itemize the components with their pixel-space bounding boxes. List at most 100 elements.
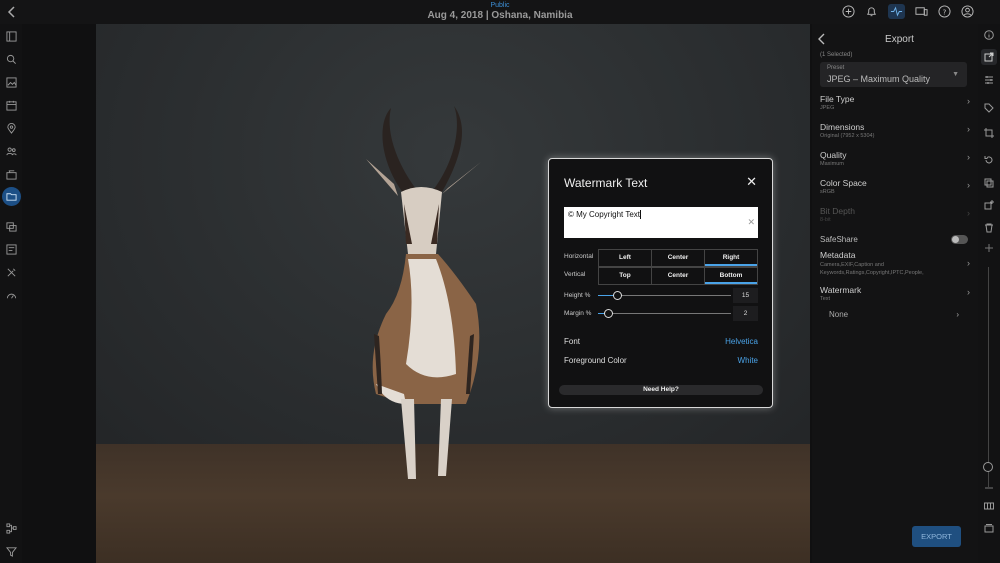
chevron-right-icon: › [967, 287, 970, 297]
vertical-row: Vertical Top Center Bottom [564, 267, 758, 285]
row-value: Maximum [820, 161, 844, 167]
horizontal-option-center[interactable]: Center [652, 250, 705, 266]
search-icon[interactable] [5, 53, 17, 65]
font-label: Font [564, 337, 581, 346]
devices-icon[interactable] [915, 5, 928, 18]
vertical-option-center[interactable]: Center [652, 268, 705, 284]
dashboard-icon[interactable] [5, 289, 17, 301]
export-button[interactable]: EXPORT [912, 526, 961, 547]
row-dimensions[interactable]: Dimensions Original (7952 x 5304) › [820, 122, 970, 139]
zoom-in-icon[interactable] [983, 242, 995, 254]
hierarchy-icon[interactable] [5, 522, 17, 534]
filmstrip-icon[interactable] [983, 500, 995, 512]
zoom-out-icon[interactable] [983, 482, 995, 494]
preset-label: Preset [827, 65, 845, 71]
people-icon[interactable] [5, 145, 17, 157]
row-label: Quality [820, 150, 847, 160]
export-share-icon[interactable] [981, 49, 997, 65]
row-color-space[interactable]: Color Space sRGB › [820, 178, 970, 195]
account-icon[interactable] [961, 5, 974, 18]
vertical-option-top[interactable]: Top [599, 268, 652, 284]
back-arrow-icon[interactable] [6, 4, 18, 20]
foreground-color-label: Foreground Color [564, 356, 627, 365]
watermark-text-input[interactable]: © My Copyright Text ✕ [564, 207, 758, 238]
calendar-icon[interactable] [5, 99, 17, 111]
foreground-color-value[interactable]: White [738, 356, 758, 365]
row-bit-depth: Bit Depth 8-bit › [820, 206, 970, 223]
stack-icon[interactable] [983, 522, 995, 534]
export-panel: Export (1 Selected) Preset JPEG – Maximu… [812, 24, 978, 563]
zoom-slider-track[interactable] [988, 267, 989, 487]
row-metadata[interactable]: Metadata Camera,EXIF,Caption and Keyword… [820, 250, 970, 277]
close-icon[interactable]: ✕ [746, 174, 757, 190]
font-row[interactable]: Font Helvetica [564, 337, 758, 346]
chevron-right-icon: › [967, 208, 970, 218]
preset-dropdown[interactable]: Preset JPEG – Maximum Quality ▼ [820, 62, 967, 87]
row-label: Metadata [820, 250, 856, 260]
chevron-right-icon: › [967, 180, 970, 190]
zoom-slider-handle[interactable] [983, 462, 993, 472]
tag-icon[interactable] [983, 102, 995, 114]
horizontal-label: Horizontal [564, 253, 594, 260]
rotate-icon[interactable] [983, 154, 995, 166]
watermark-dialog: Watermark Text ✕ © My Copyright Text ✕ H… [548, 158, 773, 408]
row-label: Color Space [820, 178, 867, 188]
folders-icon[interactable] [2, 187, 21, 206]
row-value: JPEG [820, 105, 835, 111]
horizontal-option-left[interactable]: Left [599, 250, 652, 266]
clear-text-icon[interactable]: ✕ [747, 217, 755, 228]
vertical-option-bottom[interactable]: Bottom [705, 268, 757, 284]
copy-icon[interactable] [983, 177, 995, 189]
row-watermark[interactable]: Watermark Text › [820, 285, 970, 302]
foreground-color-row[interactable]: Foreground Color White [564, 356, 758, 365]
margin-slider-handle[interactable] [603, 309, 613, 318]
collections-icon[interactable] [5, 168, 17, 180]
row-file-type[interactable]: File Type JPEG › [820, 94, 970, 111]
height-value-field[interactable]: 15 [733, 288, 758, 303]
height-row: Height % 15 [564, 288, 758, 303]
visibility-label[interactable]: Public [380, 2, 620, 10]
info-icon[interactable] [983, 29, 995, 41]
tools-icon[interactable] [5, 266, 17, 278]
activity-icon[interactable] [888, 4, 905, 19]
adjustments-icon[interactable] [983, 74, 995, 86]
vertical-segmented-control: Top Center Bottom [598, 267, 758, 285]
margin-slider-track[interactable] [598, 313, 731, 314]
row-value: sRGB [820, 189, 835, 195]
chevron-right-icon: › [956, 310, 959, 319]
trash-icon[interactable] [983, 222, 995, 234]
app-window: Public Aug 4, 2018 | Oshana, Namibia ? E… [0, 0, 1000, 563]
row-value: 8-bit [820, 217, 831, 223]
font-value[interactable]: Helvetica [725, 337, 758, 346]
chevron-right-icon: › [967, 152, 970, 162]
height-slider-handle[interactable] [612, 291, 622, 300]
album-icon[interactable] [5, 243, 17, 255]
layers-icon[interactable] [5, 220, 17, 232]
horizontal-option-right[interactable]: Right [705, 250, 757, 266]
margin-value-field[interactable]: 2 [733, 306, 758, 321]
row-quality[interactable]: Quality Maximum › [820, 150, 970, 167]
need-help-button[interactable]: Need Help? [559, 385, 763, 395]
chevron-right-icon: › [967, 258, 970, 268]
svg-text:?: ? [943, 7, 947, 16]
location-pin-icon[interactable] [5, 122, 17, 134]
add-circle-icon[interactable] [842, 5, 855, 18]
crop-icon[interactable] [983, 127, 995, 139]
photos-icon[interactable] [5, 76, 17, 88]
duplicate-icon[interactable] [983, 199, 995, 211]
watermark-selection[interactable]: None › [829, 310, 959, 319]
chevron-right-icon: › [967, 124, 970, 134]
row-value: Text [820, 296, 831, 302]
row-safeshare: SafeShare [820, 235, 970, 244]
text-cursor [640, 210, 641, 220]
vertical-label: Vertical [564, 271, 586, 278]
help-icon[interactable]: ? [938, 5, 951, 18]
filter-icon[interactable] [5, 545, 17, 557]
right-icon-column [978, 24, 1000, 563]
row-value: Camera,EXIF,Caption and Keywords,Ratings… [820, 262, 924, 276]
panel-toggle-icon[interactable] [5, 30, 17, 42]
safeshare-toggle[interactable] [951, 235, 968, 244]
watermark-text-value: © My Copyright Text [568, 210, 640, 219]
row-label: Watermark [820, 285, 862, 295]
bell-icon[interactable] [865, 5, 878, 18]
